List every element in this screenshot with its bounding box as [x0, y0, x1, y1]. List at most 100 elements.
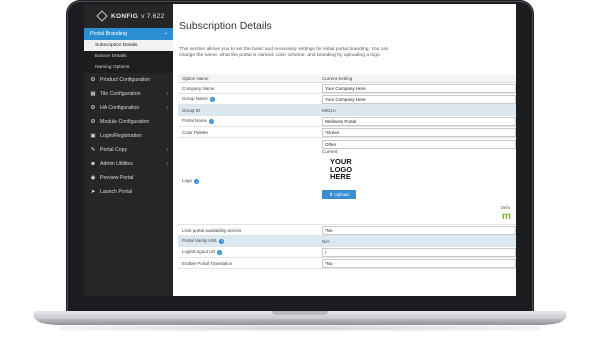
gear-icon: ⚙ [90, 77, 96, 83]
chevron-right-icon: › [166, 105, 168, 111]
option-label: Enable Portal Translation [178, 257, 318, 269]
sidebar-item-admin-utilities[interactable]: ☻ Admin Utilities › [84, 157, 173, 171]
sidebar-item-ha-configuration[interactable]: ⚙ HA Configuration › [84, 101, 173, 115]
sidebar-item-label: Admin Utilities [100, 161, 133, 167]
option-label: Portal Vanity URL? [178, 235, 318, 247]
upload-button[interactable]: ⬆ Upload [322, 190, 356, 199]
sidebar-item-portal-copy[interactable]: ✎ Portal Copy › [84, 143, 173, 157]
option-label: Group Name? [178, 93, 318, 105]
group-id-value: MIG1A [322, 107, 337, 113]
sidebar-subitem-subscription-details[interactable]: Subscription Details [84, 40, 173, 51]
chevron-down-icon: ⌄ [163, 30, 168, 36]
sidebar-subitem-label: Naming Options [95, 65, 130, 70]
option-label: Group ID [178, 104, 318, 116]
sidebar-item-label: Tile Configuration [100, 91, 141, 97]
info-icon[interactable]: ? [209, 96, 215, 102]
sidebar-item-label: Preview Portal [100, 175, 134, 181]
sidebar-item-label: Module Configuration [100, 119, 150, 125]
option-value-cell: *No [318, 224, 516, 236]
brand-name: KONFIG [111, 12, 139, 20]
option-value-cell: Wellness Portal [318, 115, 516, 127]
sidebar-item-label: Portal Copy [100, 147, 128, 153]
info-icon[interactable]: ? [209, 118, 215, 124]
sidebar-item-product-configuration[interactable]: ⚙ Product Configuration [84, 73, 173, 87]
group-name-input[interactable]: Your Company Here [322, 94, 516, 104]
chevron-right-icon: › [166, 147, 168, 153]
company-name-input[interactable]: Your Company Here [322, 83, 516, 93]
pencil-icon: ✎ [90, 147, 96, 153]
option-value-cell: / [318, 246, 516, 258]
option-label: Limit portal availability access [178, 224, 318, 236]
option-label-text: Logo [182, 178, 193, 184]
sidebar-item-preview-portal[interactable]: ◉ Preview Portal [84, 171, 173, 185]
option-label: Portal Name? [178, 115, 318, 127]
option-value-cell: *Green [318, 126, 516, 138]
default-logo-mark: m [502, 211, 511, 222]
option-value-cell: *No [318, 257, 516, 269]
tiles-icon: ▦ [90, 91, 96, 97]
option-label-text: Login/Logout Url [182, 249, 216, 255]
info-icon[interactable]: ? [217, 249, 223, 255]
color-palette-select[interactable]: *Green [322, 127, 516, 137]
option-label: Login/Logout Url? [178, 246, 318, 258]
laptop-screen: KONFIG v 7.622 Portal Branding ⌄ Subscri… [84, 4, 516, 296]
table-row-logo: Logo? Other Current: YOUR LOGO HERE ⬆ Up… [178, 137, 516, 225]
gear-icon: ⚙ [90, 119, 96, 125]
current-logo-label: Current: [322, 149, 339, 154]
column-header-current-setting: Current Setting [318, 74, 516, 83]
main-content: Subscription Details This section allows… [173, 4, 516, 296]
table-row-color-palette: Color Palette *Green [178, 126, 516, 138]
portal-translation-select[interactable]: *No [322, 258, 516, 268]
logo-select[interactable]: Other [322, 140, 516, 149]
sidebar: KONFIG v 7.622 Portal Branding ⌄ Subscri… [84, 4, 173, 296]
table-row-group-id: Group ID MIG1A [178, 104, 516, 116]
info-icon[interactable]: ? [194, 178, 200, 184]
option-label-text: Limit portal availability access [182, 227, 242, 233]
laptop-base-bottom [36, 319, 564, 325]
sidebar-section-label: Portal Branding [90, 31, 128, 37]
sidebar-subitem-naming-options[interactable]: Naming Options [84, 62, 173, 73]
sidebar-subitem-label: Banner Details [95, 54, 127, 59]
info-icon[interactable]: ? [219, 238, 225, 244]
vanity-url-value: N/A [322, 238, 330, 244]
option-label: Company Name [178, 82, 318, 94]
option-value-cell: Your Company Here [318, 82, 516, 94]
table-row-limit-access: Limit portal availability access *No [178, 224, 516, 236]
option-label-text: Color Palette [182, 129, 209, 135]
table-row-portal-name: Portal Name? Wellness Portal [178, 115, 516, 127]
login-logout-url-input[interactable]: / [322, 247, 516, 257]
table-row-group-name: Group Name? Your Company Here [178, 93, 516, 105]
option-label: Color Palette [178, 126, 318, 138]
option-value-cell: Your Company Here [318, 93, 516, 105]
sidebar-item-label: Login/Registration [100, 133, 142, 139]
option-label-text: Group Name [182, 96, 208, 102]
limit-access-select[interactable]: *No [322, 225, 516, 235]
sidebar-item-launch-portal[interactable]: ➤ Launch Portal [84, 185, 173, 199]
konfig-logo-icon [96, 10, 108, 22]
option-label-text: Portal Vanity URL [182, 238, 218, 244]
page-title: Subscription Details [179, 20, 272, 32]
table-row-vanity-url: Portal Vanity URL? N/A [178, 235, 516, 247]
table-header-row: Option Name Current Setting [178, 74, 516, 83]
laptop-notch [272, 311, 328, 315]
option-label-text: Group ID [182, 107, 201, 113]
sidebar-item-label: Product Configuration [100, 77, 151, 83]
sidebar-item-module-configuration[interactable]: ⚙ Module Configuration [84, 115, 173, 129]
option-value-cell: Other Current: YOUR LOGO HERE ⬆ Upload D… [318, 137, 516, 225]
page-description: This section allows you to set the basic… [179, 47, 389, 59]
default-logo-label: Defa [501, 205, 510, 210]
logo-preview-image: YOUR LOGO HERE [330, 158, 352, 181]
portal-name-input[interactable]: Wellness Portal [322, 116, 516, 126]
brand[interactable]: KONFIG v 7.622 [84, 4, 173, 28]
gear-icon: ⚙ [90, 105, 96, 111]
chevron-right-icon: › [166, 161, 168, 167]
settings-table: Option Name Current Setting Company Name… [178, 74, 516, 269]
logo-line: HERE [330, 172, 351, 182]
eye-icon: ◉ [90, 175, 96, 181]
sidebar-subitem-banner-details[interactable]: Banner Details [84, 51, 173, 62]
option-label: Logo? [178, 137, 318, 225]
table-row-login-logout-url: Login/Logout Url? / [178, 246, 516, 258]
sidebar-item-tile-configuration[interactable]: ▦ Tile Configuration › [84, 87, 173, 101]
sidebar-item-login-registration[interactable]: ▣ Login/Registration [84, 129, 173, 143]
sidebar-section-portal-branding[interactable]: Portal Branding ⌄ [84, 28, 173, 40]
